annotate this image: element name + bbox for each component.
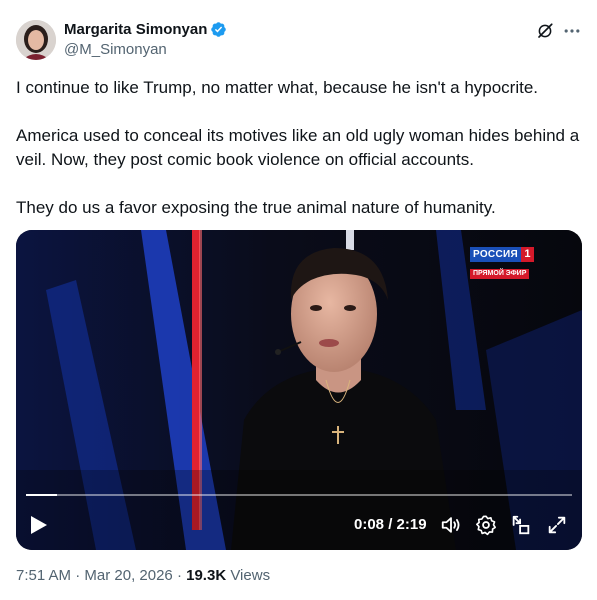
tweet-paragraph: They do us a favor exposing the true ani… — [16, 198, 496, 217]
live-label: ПРЯМОЙ ЭФИР — [470, 269, 530, 279]
channel-logo: РОССИЯ 1 ПРЯМОЙ ЭФИР — [470, 247, 540, 280]
fullscreen-icon[interactable] — [546, 514, 568, 536]
author-handle[interactable]: @M_Simonyan — [64, 41, 167, 58]
more-icon[interactable] — [562, 21, 582, 41]
tweet-date[interactable]: Mar 20, 2026 — [84, 567, 172, 584]
video-player[interactable]: РОССИЯ 1 ПРЯМОЙ ЭФИР 0:08 / 2:19 — [16, 230, 582, 550]
tweet-paragraph: I continue to like Trump, no matter what… — [16, 78, 539, 97]
volume-icon[interactable] — [440, 514, 462, 536]
settings-icon[interactable] — [475, 514, 497, 536]
channel-name: РОССИЯ — [470, 247, 521, 262]
views-label: Views — [230, 567, 271, 584]
channel-number: 1 — [520, 247, 534, 262]
verified-badge-icon — [211, 22, 227, 37]
avatar-image — [16, 20, 56, 60]
tweet-meta: 7:51 AM · Mar 20, 2026 · 19.3K Views — [16, 567, 270, 584]
avatar[interactable] — [16, 20, 56, 60]
tweet-time[interactable]: 7:51 AM — [16, 567, 71, 584]
author-display-name[interactable]: Margarita Simonyan — [64, 21, 207, 38]
pip-icon[interactable] — [510, 514, 532, 536]
tweet-text: I continue to like Trump, no matter what… — [16, 76, 584, 220]
meta-separator: · — [75, 567, 81, 584]
views-count[interactable]: 19.3K — [186, 567, 226, 584]
play-icon[interactable] — [30, 515, 48, 535]
video-time: 0:08 / 2:19 — [354, 516, 427, 533]
grok-icon[interactable] — [536, 22, 554, 40]
progress-fill — [26, 494, 58, 496]
meta-separator: · — [176, 567, 182, 584]
progress-bar[interactable] — [26, 494, 572, 496]
tweet-paragraph: America used to conceal its motives like… — [16, 126, 580, 169]
